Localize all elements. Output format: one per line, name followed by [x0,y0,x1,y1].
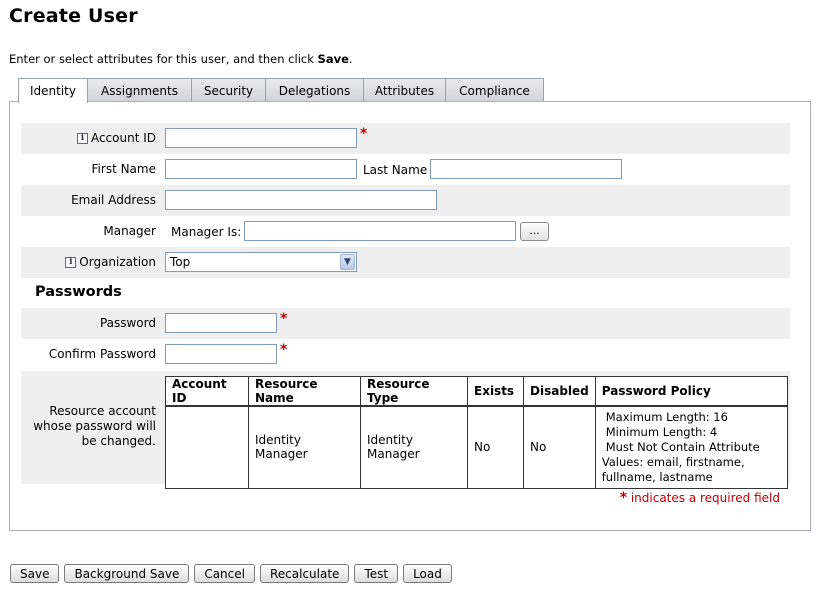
tab-attributes[interactable]: Attributes [364,78,446,102]
confirm-password-input[interactable] [165,344,277,364]
cell-account-id [165,405,249,489]
cell-disabled: No [523,405,596,489]
policy-line: fullname, lastname [601,469,713,484]
manager-is-label: Manager Is: [171,225,242,239]
instructions-action: Save [317,52,349,66]
policy-line: Minimum Length: 4 [605,424,718,439]
account-id-label: Account ID [90,131,156,145]
column-header-resource-type: Resource Type [360,376,468,407]
organization-select[interactable]: Top ▼ [165,252,357,272]
table-header-row: Account ID Resource Name Resource Type E… [165,376,788,407]
account-id-label-wrap: i Account ID [76,131,156,145]
cell-resource-name: Identity Manager [248,405,361,489]
tab-security[interactable]: Security [192,78,266,102]
password-input[interactable] [165,313,277,333]
cancel-button[interactable]: Cancel [194,564,255,583]
instructions-prefix: Enter or select attributes for this user… [9,52,318,66]
action-button-bar: Save Background Save Cancel Recalculate … [10,564,452,583]
first-name-label: First Name [91,162,156,176]
organization-row: i Organization [21,247,790,278]
required-note-text: indicates a required field [630,491,780,505]
policy-line: Must Not Contain Attribute [605,439,760,454]
last-name-label: Last Name [363,163,428,177]
first-name-input[interactable] [165,159,357,179]
organization-selected: Top [170,255,191,269]
column-header-resource-name: Resource Name [248,376,361,407]
confirm-password-row: Confirm Password [21,339,790,370]
tab-compliance[interactable]: Compliance [446,78,544,102]
manager-input[interactable] [244,221,516,241]
save-button[interactable]: Save [10,564,60,583]
instructions-text: Enter or select attributes for this user… [9,52,353,66]
manager-label: Manager [103,224,156,238]
passwords-heading: Passwords [35,284,122,300]
password-row: Password [21,308,790,339]
chevron-down-icon[interactable]: ▼ [340,254,355,270]
required-marker: * [619,490,628,506]
table-row: Identity Manager Identity Manager No No … [165,405,788,489]
cell-password-policy: Maximum Length: 16 Minimum Length: 4 Mus… [594,405,788,489]
background-save-button[interactable]: Background Save [64,564,190,583]
load-button[interactable]: Load [403,564,452,583]
page-title: Create User [9,5,138,27]
organization-label: Organization [79,255,156,269]
tab-delegations[interactable]: Delegations [266,78,364,102]
tab-bar: Identity Assignments Security Delegation… [18,78,544,103]
required-marker: * [280,311,288,327]
cell-exists: No [467,405,524,489]
required-marker: * [280,342,288,358]
info-icon[interactable]: i [76,132,88,144]
account-id-input[interactable] [165,128,357,148]
cell-resource-type: Identity Manager [360,405,468,489]
required-field-note: * indicates a required field [620,490,780,506]
account-id-row: i Account ID [21,123,790,154]
column-header-password-policy: Password Policy [594,376,788,407]
required-marker: * [360,126,368,142]
last-name-input[interactable] [430,159,622,179]
policy-line: Maximum Length: 16 [605,409,728,424]
info-icon[interactable]: i [65,256,77,268]
confirm-password-label: Confirm Password [48,347,156,361]
resource-account-label: Resource account whose password will be … [33,404,156,448]
tab-assignments[interactable]: Assignments [88,78,192,102]
resource-accounts-table: Account ID Resource Name Resource Type E… [165,376,788,489]
email-label: Email Address [71,193,156,207]
column-header-disabled: Disabled [523,376,596,407]
tab-identity[interactable]: Identity [18,78,88,103]
organization-label-wrap: i Organization [65,255,156,269]
email-input[interactable] [165,190,437,210]
test-button[interactable]: Test [354,564,399,583]
policy-line: Values: email, firstname, [601,454,745,469]
recalculate-button[interactable]: Recalculate [259,564,350,583]
column-header-exists: Exists [467,376,524,407]
manager-browse-button[interactable]: ... [520,222,549,241]
password-label: Password [99,316,156,330]
instructions-suffix: . [348,52,353,66]
column-header-account-id: Account ID [165,376,249,407]
